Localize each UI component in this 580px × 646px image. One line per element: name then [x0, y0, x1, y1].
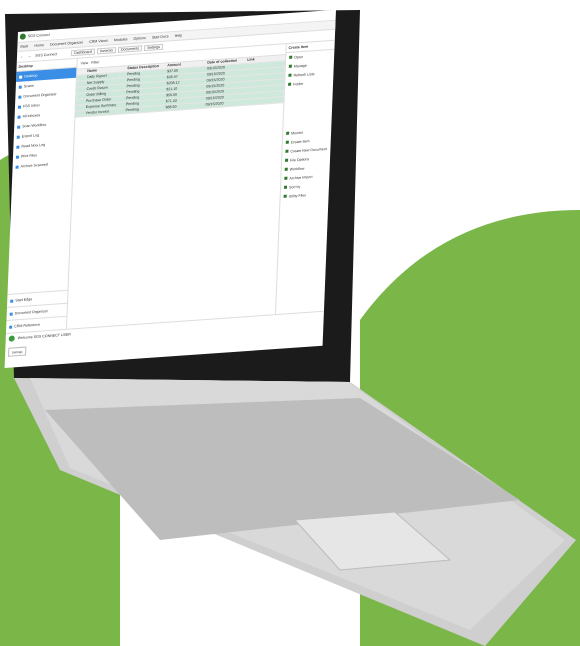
workflow-icon [17, 125, 21, 129]
create-icon [285, 140, 289, 144]
forward-arrow-icon[interactable]: → [28, 54, 32, 58]
table-cell [76, 99, 84, 105]
action-pane-spacer [283, 86, 333, 129]
reference-icon [9, 325, 13, 329]
app-title: SGS Connect [27, 32, 50, 39]
folder-icon [18, 95, 22, 99]
document-icon [285, 149, 289, 153]
archive-icon [15, 165, 19, 169]
export-icon [16, 135, 20, 139]
tab-settings[interactable]: Settings [144, 43, 164, 52]
log-icon [16, 145, 20, 149]
back-arrow-icon[interactable]: ← [20, 55, 24, 59]
settings-button[interactable]: Settings [8, 346, 27, 357]
sidebar-item-label: All Inboxes [22, 113, 41, 119]
view-button[interactable]: View [80, 61, 88, 66]
table-cell [76, 87, 84, 93]
utility-icon [283, 194, 287, 198]
action-label: Folder [293, 81, 304, 87]
app-logo-icon [19, 33, 26, 40]
monitor-icon [286, 131, 290, 135]
action-label: Create New Document [290, 146, 327, 154]
action-label: Monitor [291, 130, 304, 136]
action-label: Manage [293, 63, 307, 69]
filter-button[interactable]: Filter [91, 60, 99, 65]
action-label: Open [294, 54, 304, 60]
grid-header-cell[interactable] [77, 69, 85, 75]
import-icon [284, 176, 288, 180]
tab-dashboard[interactable]: Dashboard [71, 48, 95, 57]
menu-crm-views[interactable]: CRM Views [89, 39, 108, 44]
table-cell [77, 81, 85, 87]
sidebar-item-label: Desktop [24, 73, 38, 79]
action-utility-files[interactable]: Utility Files [280, 189, 328, 201]
sidebar-bottom-label: Start Edge [15, 297, 33, 303]
sidebar-item-label: Export Log [21, 133, 40, 139]
action-label: Create Item [290, 138, 310, 145]
folder-icon [288, 82, 292, 86]
scan-icon [18, 85, 22, 89]
sidebar-bottom-label: Document Organizer [14, 309, 48, 316]
menu-document-organizer[interactable]: Document Organizer [50, 40, 83, 46]
main-content: View Filter Name Status Description Amou… [67, 44, 286, 329]
menu-help[interactable]: Help [175, 33, 183, 38]
menu-start-docs[interactable]: Start Docs [152, 34, 169, 39]
sidebar: Desktop Desktop Scans Document Organizer… [5, 58, 78, 333]
sidebar-bottom-label: CRM Reference [14, 322, 41, 329]
sidebar-item-label: Print Files [20, 153, 38, 159]
table-cell [77, 75, 85, 81]
sidebar-item-label: Scan Workflow [22, 122, 47, 129]
action-label: Sort by [288, 184, 301, 190]
menu-back[interactable]: Back [20, 44, 28, 49]
sidebar-item-label: Document Organizer [23, 92, 57, 99]
action-label: File Options [290, 156, 310, 163]
inbox-icon [17, 115, 21, 119]
status-icon [8, 335, 15, 342]
app-window: SGS Connect Back Home Document Organizer… [4, 9, 337, 369]
sidebar-item-label: Archive Scanned [20, 162, 48, 169]
menu-options[interactable]: Options [133, 36, 146, 41]
body-area: Desktop Desktop Scans Document Organizer… [5, 40, 335, 333]
manage-icon [288, 64, 292, 68]
tab-invoices[interactable]: Invoices [96, 47, 117, 55]
action-label: Workflow [289, 166, 305, 172]
menu-modules[interactable]: Modules [114, 37, 128, 42]
table-cell [76, 105, 84, 111]
document-grid: Name Status Description Amount Date of c… [67, 55, 286, 329]
menu-home[interactable]: Home [34, 43, 44, 48]
print-icon [15, 155, 20, 159]
sort-icon [283, 185, 288, 189]
refresh-icon [288, 73, 292, 77]
open-icon [289, 55, 293, 59]
options-icon [285, 158, 289, 162]
action-label: Archive Import [289, 174, 313, 181]
sidebar-item-label: FSS Inbox [22, 103, 40, 109]
table-cell [75, 111, 83, 117]
workflow-icon [284, 167, 288, 171]
status-text: Welcome SGS CONNECT USER [17, 332, 71, 341]
action-label: Utility Files [288, 192, 307, 199]
folder-icon [9, 312, 13, 316]
home-icon [19, 75, 23, 79]
pin-icon [10, 299, 14, 303]
table-cell [76, 93, 84, 99]
action-label: Refresh Lists [293, 71, 315, 78]
location-label: SGS Connect [35, 52, 58, 58]
sidebar-item-label: Scans [23, 83, 34, 89]
sidebar-item-label: Read Now Log [21, 142, 46, 149]
tab-documents[interactable]: Documents [117, 45, 143, 53]
inbox-icon [17, 105, 22, 109]
